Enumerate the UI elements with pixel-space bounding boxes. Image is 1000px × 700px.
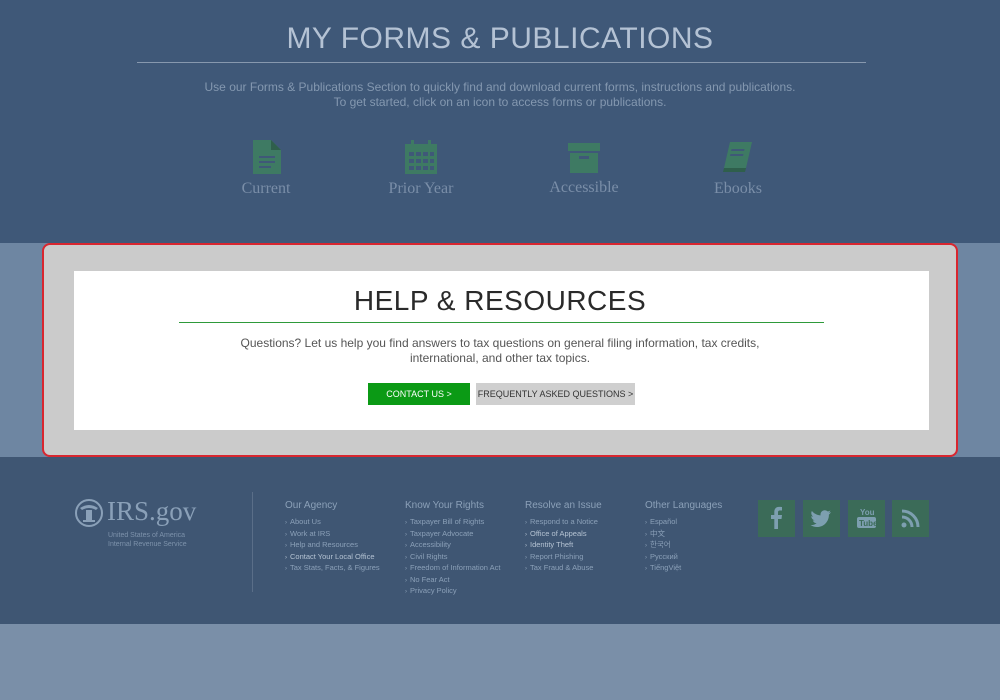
faq-button[interactable]: FREQUENTLY ASKED QUESTIONS > bbox=[476, 383, 635, 405]
tile-label-ebooks: Ebooks bbox=[714, 180, 762, 197]
footer-link[interactable]: › 中文 bbox=[645, 529, 765, 541]
rss-button[interactable] bbox=[892, 500, 929, 537]
footer-link[interactable]: › Tax Stats, Facts, & Figures bbox=[285, 563, 405, 575]
help-title-divider bbox=[179, 322, 824, 323]
footer-link[interactable]: › Accessibility bbox=[405, 540, 525, 552]
footer-column-other-languages: Other Languages › Español › 中文 › 한국어 › Русск… bbox=[645, 500, 765, 575]
footer-column-resolve-an-issue: Resolve an Issue › Respond to a Notice › O… bbox=[525, 500, 645, 575]
rss-icon bbox=[901, 509, 920, 528]
help-description: Questions? Let us help you find answers … bbox=[240, 336, 760, 365]
svg-text:Tube: Tube bbox=[859, 519, 878, 528]
tile-label-current: Current bbox=[241, 180, 291, 197]
footer-link[interactable]: › Identity Theft bbox=[525, 540, 645, 552]
footer-link[interactable]: › Русский bbox=[645, 552, 765, 564]
footer-link[interactable]: › No Fear Act bbox=[405, 575, 525, 587]
help-section-title: HELP & RESOURCES bbox=[353, 285, 647, 316]
footer-link[interactable]: › Privacy Policy bbox=[405, 586, 525, 598]
forms-description: Use our Forms & Publications Section to … bbox=[204, 80, 796, 109]
footer-link[interactable]: › Freedom of Information Act bbox=[405, 563, 525, 575]
footer-heading: Our Agency bbox=[285, 500, 338, 511]
document-icon bbox=[253, 140, 281, 174]
footer-link[interactable]: › Civil Rights bbox=[405, 552, 525, 564]
twitter-button[interactable] bbox=[803, 500, 840, 537]
footer-link[interactable]: › Work at IRS bbox=[285, 529, 405, 541]
footer-link[interactable]: › Respond to a Notice bbox=[525, 517, 645, 529]
footer-link[interactable]: › Report Phishing bbox=[525, 552, 645, 564]
footer-link[interactable]: › TiếngViệt bbox=[645, 563, 765, 575]
archive-box-icon bbox=[568, 143, 600, 173]
facebook-button[interactable] bbox=[758, 500, 795, 537]
current-forms-link[interactable]: Current bbox=[191, 140, 341, 200]
footer-link[interactable]: › Office of Appeals bbox=[525, 529, 645, 541]
tile-label-prior-year: Prior Year bbox=[388, 180, 454, 197]
footer-link[interactable]: › Taxpayer Advocate bbox=[405, 529, 525, 541]
footer-link[interactable]: › Taxpayer Bill of Rights bbox=[405, 517, 525, 529]
facebook-icon bbox=[771, 506, 782, 529]
footer-heading: Other Languages bbox=[645, 500, 723, 511]
twitter-icon bbox=[810, 510, 831, 527]
footer-divider bbox=[252, 492, 253, 592]
bottom-band bbox=[0, 624, 1000, 700]
footer-heading: Resolve an Issue bbox=[525, 500, 602, 511]
footer-column-know-your-rights: Know Your Rights › Taxpayer Bill of Right… bbox=[405, 500, 525, 598]
calendar-icon bbox=[405, 140, 437, 174]
ebooks-link[interactable]: Ebooks bbox=[663, 140, 813, 200]
irs-eagle-seal-icon bbox=[75, 499, 103, 527]
tile-label-accessible: Accessible bbox=[549, 179, 619, 196]
contact-us-button[interactable]: CONTACT US > bbox=[368, 383, 470, 405]
footer-link[interactable]: › About Us bbox=[285, 517, 405, 529]
footer-link[interactable]: › Help and Resources bbox=[285, 540, 405, 552]
book-icon bbox=[723, 142, 752, 172]
forms-title-divider bbox=[137, 62, 866, 63]
logo-subtitle: United States of America Internal Revenu… bbox=[108, 532, 187, 548]
footer-heading: Know Your Rights bbox=[405, 500, 484, 511]
footer-link[interactable]: › Español bbox=[645, 517, 765, 529]
youtube-icon: You Tube bbox=[857, 508, 878, 528]
accessible-forms-link[interactable]: Accessible bbox=[509, 140, 659, 200]
youtube-button[interactable]: You Tube bbox=[848, 500, 885, 537]
footer-column-our-agency: Our Agency › About Us › Work at IRS › Help … bbox=[285, 500, 405, 575]
forms-section-title: MY FORMS & PUBLICATIONS bbox=[286, 22, 714, 55]
footer-link[interactable]: › 한국어 bbox=[645, 540, 765, 552]
footer-link[interactable]: › Tax Fraud & Abuse bbox=[525, 563, 645, 575]
footer-link[interactable]: › Contact Your Local Office bbox=[285, 552, 405, 564]
logo-wordmark: IRS.gov bbox=[107, 496, 197, 526]
irs-logo[interactable]: IRS.gov United States of America Interna… bbox=[74, 496, 224, 556]
svg-text:You: You bbox=[860, 508, 875, 517]
prior-year-forms-link[interactable]: Prior Year bbox=[346, 140, 496, 200]
